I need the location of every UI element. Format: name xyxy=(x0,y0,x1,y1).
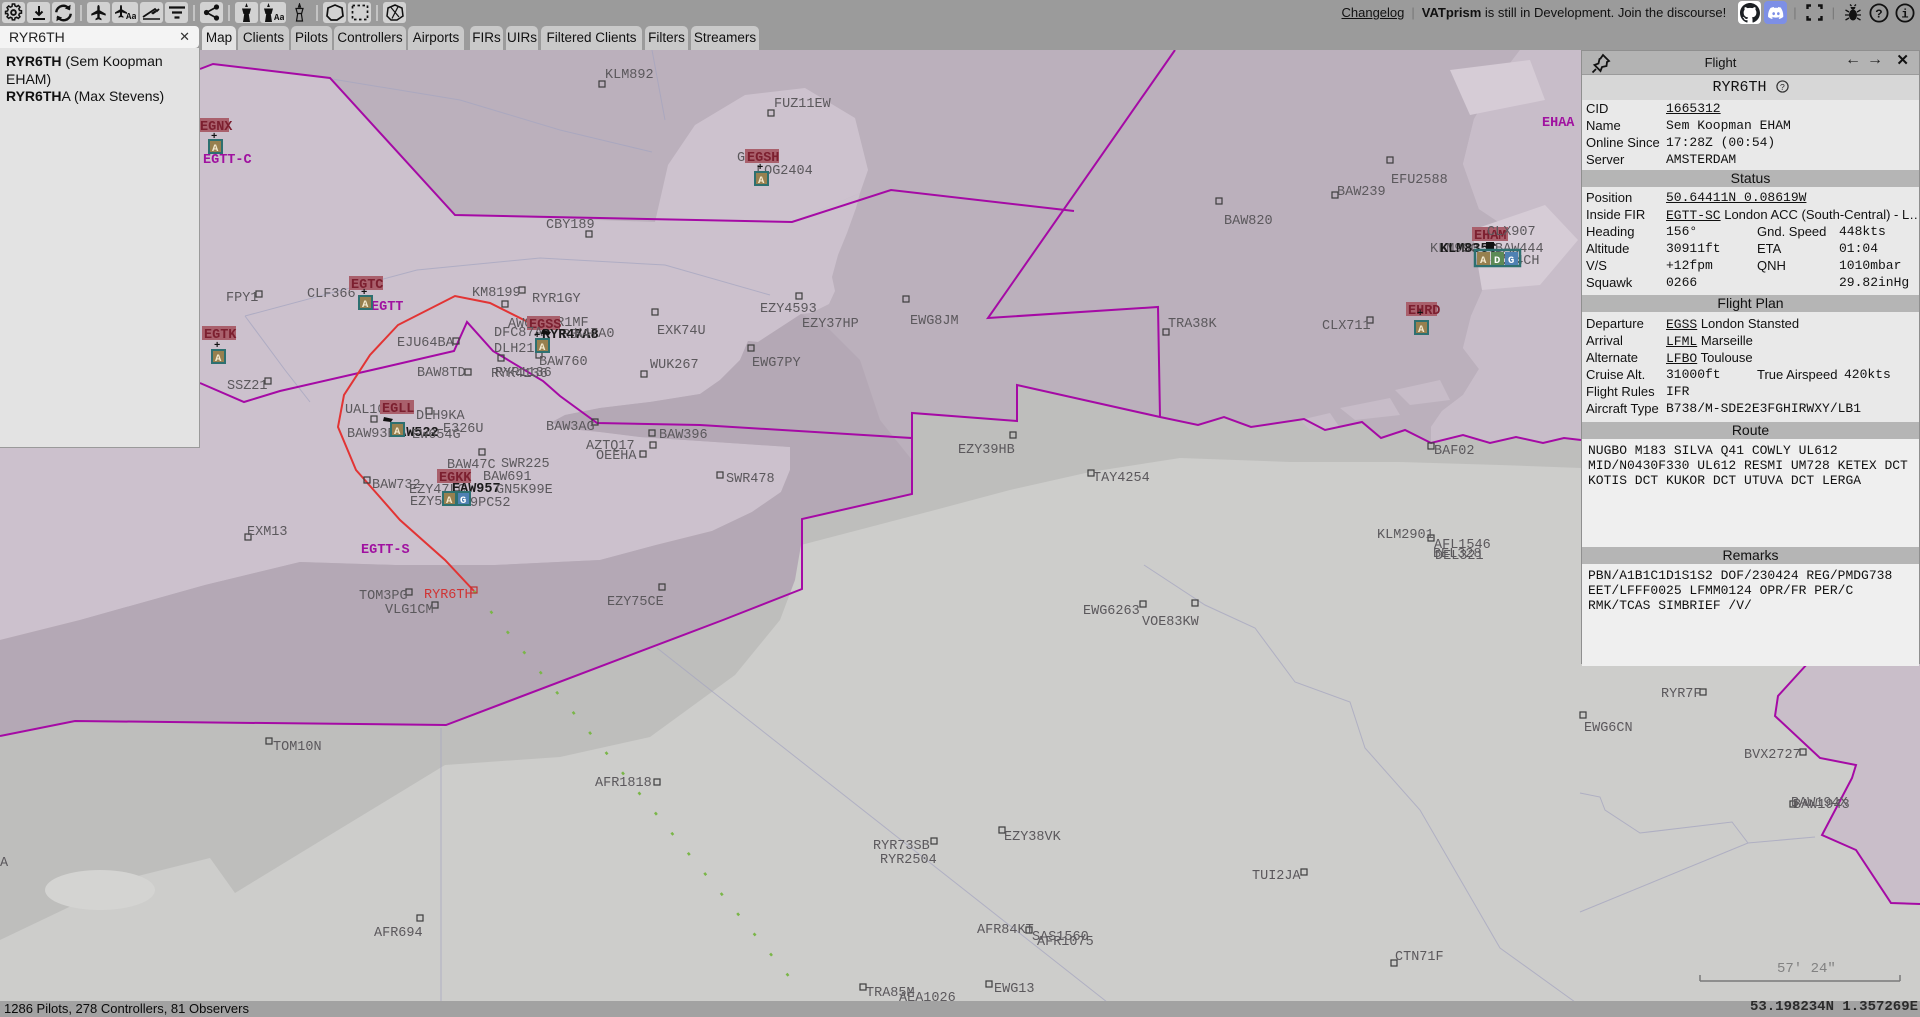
svg-text:TAY4254: TAY4254 xyxy=(1093,471,1150,486)
svg-text:EZY39HB: EZY39HB xyxy=(958,443,1015,458)
svg-text:A: A xyxy=(362,299,369,311)
svg-text:?: ? xyxy=(1875,7,1882,21)
svg-text:G: G xyxy=(1508,255,1514,267)
svg-text:KLM892: KLM892 xyxy=(605,68,654,83)
svg-text:DEL321: DEL321 xyxy=(1435,549,1484,564)
svg-text:BAW239: BAW239 xyxy=(1337,185,1386,200)
svg-text:CTN71F: CTN71F xyxy=(1395,950,1444,965)
svg-text:AFR84KT: AFR84KT xyxy=(977,923,1034,938)
svg-text:BAW93B: BAW93B xyxy=(347,427,396,442)
svg-text:?: ? xyxy=(1779,83,1784,93)
svg-text:FPY1: FPY1 xyxy=(226,291,258,306)
svg-text:WUK267: WUK267 xyxy=(650,358,699,373)
svg-text:BAW396: BAW396 xyxy=(659,428,708,443)
svg-text:A: A xyxy=(215,353,222,365)
svg-text:CLX711: CLX711 xyxy=(1322,319,1371,334)
svg-text:AFR1818: AFR1818 xyxy=(595,776,652,791)
svg-text:BAW732: BAW732 xyxy=(372,478,421,493)
svg-text:EWG6263: EWG6263 xyxy=(1083,604,1140,619)
svg-text:EGLL: EGLL xyxy=(382,402,414,417)
svg-text:EZY4593: EZY4593 xyxy=(760,302,817,317)
svg-text:TRA38K: TRA38K xyxy=(1168,317,1218,332)
svg-text:BAW820: BAW820 xyxy=(1224,214,1273,229)
svg-text:BAW194X: BAW194X xyxy=(1791,796,1848,811)
svg-text:RYR6TH: RYR6TH xyxy=(424,588,473,603)
svg-text:EHRD: EHRD xyxy=(1408,304,1440,319)
svg-text:SSZ21: SSZ21 xyxy=(227,379,268,394)
svg-text:RYR1GY: RYR1GY xyxy=(532,292,581,307)
svg-text:EFU2588: EFU2588 xyxy=(1391,173,1448,188)
svg-text:EWG7PY: EWG7PY xyxy=(752,356,801,371)
svg-text:FUZ11EW: FUZ11EW xyxy=(774,97,832,112)
svg-text:A: A xyxy=(539,342,546,354)
svg-text:RYR7F: RYR7F xyxy=(1661,687,1702,702)
svg-text:EGTT-S: EGTT-S xyxy=(361,543,410,558)
svg-text:D: D xyxy=(1494,255,1500,267)
svg-text:EXM13: EXM13 xyxy=(247,525,288,540)
svg-text:CBY189: CBY189 xyxy=(546,218,595,233)
svg-text:EWG6CN: EWG6CN xyxy=(1584,721,1633,736)
svg-text:57' 24": 57' 24" xyxy=(1777,961,1836,977)
svg-text:A: A xyxy=(758,175,765,187)
svg-text:EJU64BA: EJU64BA xyxy=(397,336,455,351)
svg-text:EWG13: EWG13 xyxy=(994,982,1035,997)
svg-text:SWR478: SWR478 xyxy=(726,472,775,487)
svg-text:EXK74U: EXK74U xyxy=(657,324,706,339)
svg-text:TOM3PG: TOM3PG xyxy=(359,589,408,604)
svg-text:RYK4136: RYK4136 xyxy=(491,367,548,382)
svg-text:EW654G: EW654G xyxy=(412,428,461,443)
svg-text:EGTK: EGTK xyxy=(204,328,237,343)
svg-text:9PC52: 9PC52 xyxy=(470,496,511,511)
svg-text:A: A xyxy=(1418,324,1425,336)
svg-text:A: A xyxy=(446,495,453,507)
svg-text:BAW3AG: BAW3AG xyxy=(546,420,595,435)
svg-text:EZY38VK: EZY38VK xyxy=(1004,830,1062,845)
svg-text:VLG1CM: VLG1CM xyxy=(385,603,434,618)
svg-text:AFR694: AFR694 xyxy=(374,926,423,941)
svg-text:EZY37HP: EZY37HP xyxy=(802,317,859,332)
svg-text:OEEHA: OEEHA xyxy=(596,449,637,464)
svg-text:EHAA: EHAA xyxy=(1542,116,1575,131)
svg-text:KLM2901: KLM2901 xyxy=(1377,528,1434,543)
svg-text:RYR2504: RYR2504 xyxy=(880,853,937,868)
svg-text:CLX907: CLX907 xyxy=(1487,225,1536,240)
svg-text:+: + xyxy=(1417,308,1423,320)
svg-text:TUI2JA: TUI2JA xyxy=(1252,869,1302,884)
svg-text:BAW8TD: BAW8TD xyxy=(417,366,466,381)
svg-text:EZY5: EZY5 xyxy=(410,495,442,510)
svg-text:TOM10N: TOM10N xyxy=(273,740,322,755)
svg-text:RYR73SB: RYR73SB xyxy=(873,839,930,854)
svg-text:A: A xyxy=(212,143,219,155)
svg-text:UAL10: UAL10 xyxy=(345,403,386,418)
svg-text:Aa: Aa xyxy=(274,13,284,22)
svg-text:CLF366: CLF366 xyxy=(307,287,356,302)
svg-text:EWG8JM: EWG8JM xyxy=(910,314,959,329)
svg-text:BAF02: BAF02 xyxy=(1434,444,1475,459)
svg-text:EZY75CE: EZY75CE xyxy=(607,595,664,610)
svg-text:KM8199: KM8199 xyxy=(472,286,521,301)
svg-text:VOE83KW: VOE83KW xyxy=(1142,615,1200,630)
svg-text:G: G xyxy=(460,495,466,507)
svg-text:A: A xyxy=(394,426,401,438)
svg-text:BVX2727: BVX2727 xyxy=(1744,748,1801,763)
svg-text:Aa: Aa xyxy=(126,12,136,21)
svg-text:EGTT-C: EGTT-C xyxy=(203,153,252,168)
svg-text:EGTT: EGTT xyxy=(371,300,403,315)
svg-text:i: i xyxy=(1901,7,1908,21)
svg-text:AFR1075: AFR1075 xyxy=(1037,935,1094,950)
svg-text:A: A xyxy=(0,856,9,871)
svg-text:A: A xyxy=(1480,255,1487,267)
svg-text:K47A0: K47A0 xyxy=(574,327,615,342)
svg-text:G: G xyxy=(737,151,745,166)
